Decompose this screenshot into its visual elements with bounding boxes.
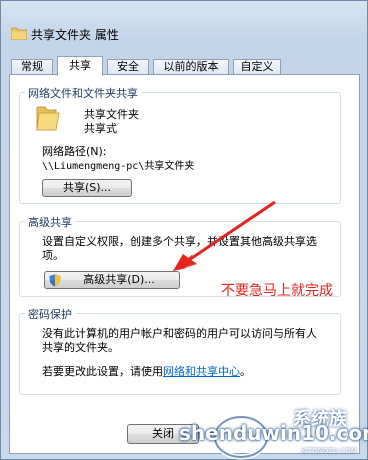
watermark-text: shenduwin10.com xyxy=(179,421,368,445)
share-status: 共享式 xyxy=(84,122,117,135)
annotation-arrow-icon xyxy=(173,200,276,271)
title-bar: 共享文件夹 属性 xyxy=(1,1,367,45)
password-change-prefix: 若要更改此设置，请使用 xyxy=(42,365,163,378)
password-protection-group: 密码保护 没有此计算机的用户帐户和密码的用户可以访问与所有人 共享的文件夹。 若… xyxy=(19,306,341,395)
network-sharing-center-link[interactable]: 网络和共享中心 xyxy=(163,365,240,378)
watermark-sub: XITONGZU.COM xyxy=(301,447,357,455)
network-share-group-title: 网络文件和文件夹共享 xyxy=(25,85,141,101)
advanced-share-button[interactable]: 高级共享(D)... xyxy=(44,271,180,289)
network-share-group: 网络文件和文件夹共享 共享文件夹 共享式 网络路径(N): \\Liumengm… xyxy=(19,85,341,204)
password-change-suffix: 。 xyxy=(240,365,251,378)
network-path-value[interactable]: \\Liumengmeng-pc\共享文件夹 xyxy=(42,157,194,172)
annotation-text: 不要急马上就完成 xyxy=(221,283,333,299)
shared-folder-icon xyxy=(36,106,60,131)
advanced-share-description-2: 项。 xyxy=(42,249,64,262)
advanced-share-group-title: 高级共享 xyxy=(25,214,75,230)
password-group-title: 密码保护 xyxy=(25,306,75,322)
folder-icon xyxy=(11,27,27,40)
tab-general[interactable]: 常规 xyxy=(11,59,53,75)
tab-sharing[interactable]: 共享 xyxy=(57,56,103,76)
advanced-share-button-label: 高级共享(D)... xyxy=(83,273,155,286)
tab-security[interactable]: 安全 xyxy=(107,59,149,75)
uac-shield-icon xyxy=(49,274,61,287)
window-title: 共享文件夹 属性 xyxy=(31,28,119,42)
password-change-text: 若要更改此设置，请使用网络和共享中心。 xyxy=(42,363,251,379)
share-button[interactable]: 共享(S)... xyxy=(42,179,132,197)
properties-window: 共享文件夹 属性 常规 共享 安全 以前的版本 自定义 网络文件和文件夹共享 共… xyxy=(0,0,368,460)
password-description-2: 共享的文件夹。 xyxy=(42,341,119,354)
tab-customize[interactable]: 自定义 xyxy=(233,59,281,75)
tab-previous-versions[interactable]: 以前的版本 xyxy=(153,59,229,75)
